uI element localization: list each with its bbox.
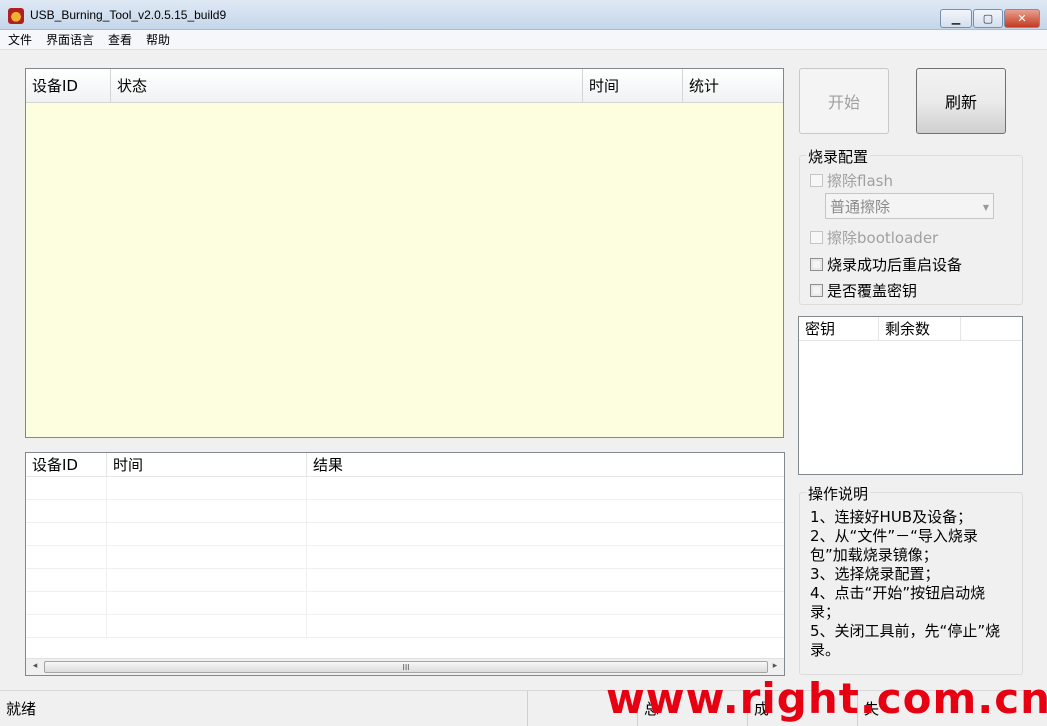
table-row <box>26 569 784 592</box>
watermark: www.right.com.cn <box>606 674 1047 723</box>
checkbox-icon <box>810 174 823 187</box>
burn-config-title: 烧录配置 <box>806 146 871 167</box>
menu-view[interactable]: 查看 <box>108 30 132 49</box>
start-button[interactable]: 开始 <box>799 68 889 134</box>
instruction-line: 4、点击“开始”按钮启动烧录； <box>810 584 986 621</box>
refresh-button[interactable]: 刷新 <box>916 68 1006 134</box>
overwrite-key-label: 是否覆盖密钥 <box>827 282 918 300</box>
result-table-header: 设备ID 时间 结果 <box>26 453 784 477</box>
menu-file[interactable]: 文件 <box>8 30 32 49</box>
instruction-line: 3、选择烧录配置； <box>810 565 940 583</box>
maximize-button[interactable]: ▢ <box>973 9 1003 28</box>
close-button[interactable]: ✕ <box>1004 9 1040 28</box>
column-result[interactable]: 结果 <box>307 453 784 476</box>
table-row <box>26 523 784 546</box>
chevron-down-icon: ▼ <box>982 203 989 212</box>
checkbox-icon <box>810 258 823 271</box>
table-row <box>26 477 784 500</box>
table-row <box>26 592 784 615</box>
minimize-button[interactable]: ▁ <box>940 9 972 28</box>
column-key[interactable]: 密钥 <box>799 317 879 340</box>
device-table[interactable]: 设备ID 状态 时间 统计 <box>25 68 784 438</box>
column-time[interactable]: 时间 <box>583 69 683 102</box>
result-table[interactable]: 设备ID 时间 结果 ◂ III ▸ <box>25 452 785 676</box>
scroll-thumb[interactable]: III <box>44 661 768 673</box>
overwrite-key-checkbox[interactable]: 是否覆盖密钥 <box>810 280 917 301</box>
table-row <box>26 546 784 569</box>
key-table-header: 密钥 剩余数 <box>799 317 1022 341</box>
status-text: 就绪 <box>0 691 528 726</box>
column-device-id[interactable]: 设备ID <box>26 69 111 102</box>
burn-config-group: 烧录配置 擦除flash 擦除bootloader 烧录成功后重启设备 是否覆盖… <box>799 146 1023 305</box>
erase-mode-select[interactable]: 普通擦除 ▼ <box>825 193 994 219</box>
instruction-line: 2、从“文件”－“导入烧录包”加载烧录镜像； <box>810 527 978 564</box>
erase-mode-value: 普通擦除 <box>830 197 891 216</box>
table-row <box>26 615 784 638</box>
erase-flash-checkbox[interactable]: 擦除flash <box>810 170 893 191</box>
horizontal-scrollbar[interactable]: ◂ III ▸ <box>26 658 784 675</box>
instruction-line: 5、关闭工具前，先“停止”烧录。 <box>810 622 1001 659</box>
menu-help[interactable]: 帮助 <box>146 30 170 49</box>
grip-icon: III <box>402 662 410 672</box>
erase-bootloader-label: 擦除bootloader <box>827 229 939 247</box>
erase-flash-label: 擦除flash <box>827 172 893 190</box>
device-table-header: 设备ID 状态 时间 统计 <box>26 69 783 103</box>
scroll-right-icon[interactable]: ▸ <box>768 661 782 673</box>
instructions-title: 操作说明 <box>806 483 871 504</box>
reboot-after-label: 烧录成功后重启设备 <box>827 256 963 274</box>
key-table[interactable]: 密钥 剩余数 <box>798 316 1023 475</box>
checkbox-icon <box>810 284 823 297</box>
column-remaining[interactable]: 剩余数 <box>879 317 961 340</box>
table-row <box>26 500 784 523</box>
scroll-left-icon[interactable]: ◂ <box>28 661 42 673</box>
column-stats[interactable]: 统计 <box>683 69 783 102</box>
title-bar: USB_Burning_Tool_v2.0.5.15_build9 ▁ ▢ ✕ <box>0 0 1047 30</box>
column-device-id[interactable]: 设备ID <box>26 453 107 476</box>
checkbox-icon <box>810 231 823 244</box>
window-title: USB_Burning_Tool_v2.0.5.15_build9 <box>30 8 227 22</box>
reboot-after-checkbox[interactable]: 烧录成功后重启设备 <box>810 254 962 275</box>
menu-language[interactable]: 界面语言 <box>46 30 94 49</box>
instruction-line: 1、连接好HUB及设备； <box>810 508 973 526</box>
column-status[interactable]: 状态 <box>111 69 583 102</box>
result-table-body <box>26 477 784 659</box>
menu-bar: 文件 界面语言 查看 帮助 <box>0 30 1047 50</box>
instructions-text: 1、连接好HUB及设备； 2、从“文件”－“导入烧录包”加载烧录镜像； 3、选择… <box>810 508 1015 660</box>
app-icon <box>8 8 24 24</box>
erase-bootloader-checkbox[interactable]: 擦除bootloader <box>810 227 938 248</box>
column-time[interactable]: 时间 <box>107 453 307 476</box>
